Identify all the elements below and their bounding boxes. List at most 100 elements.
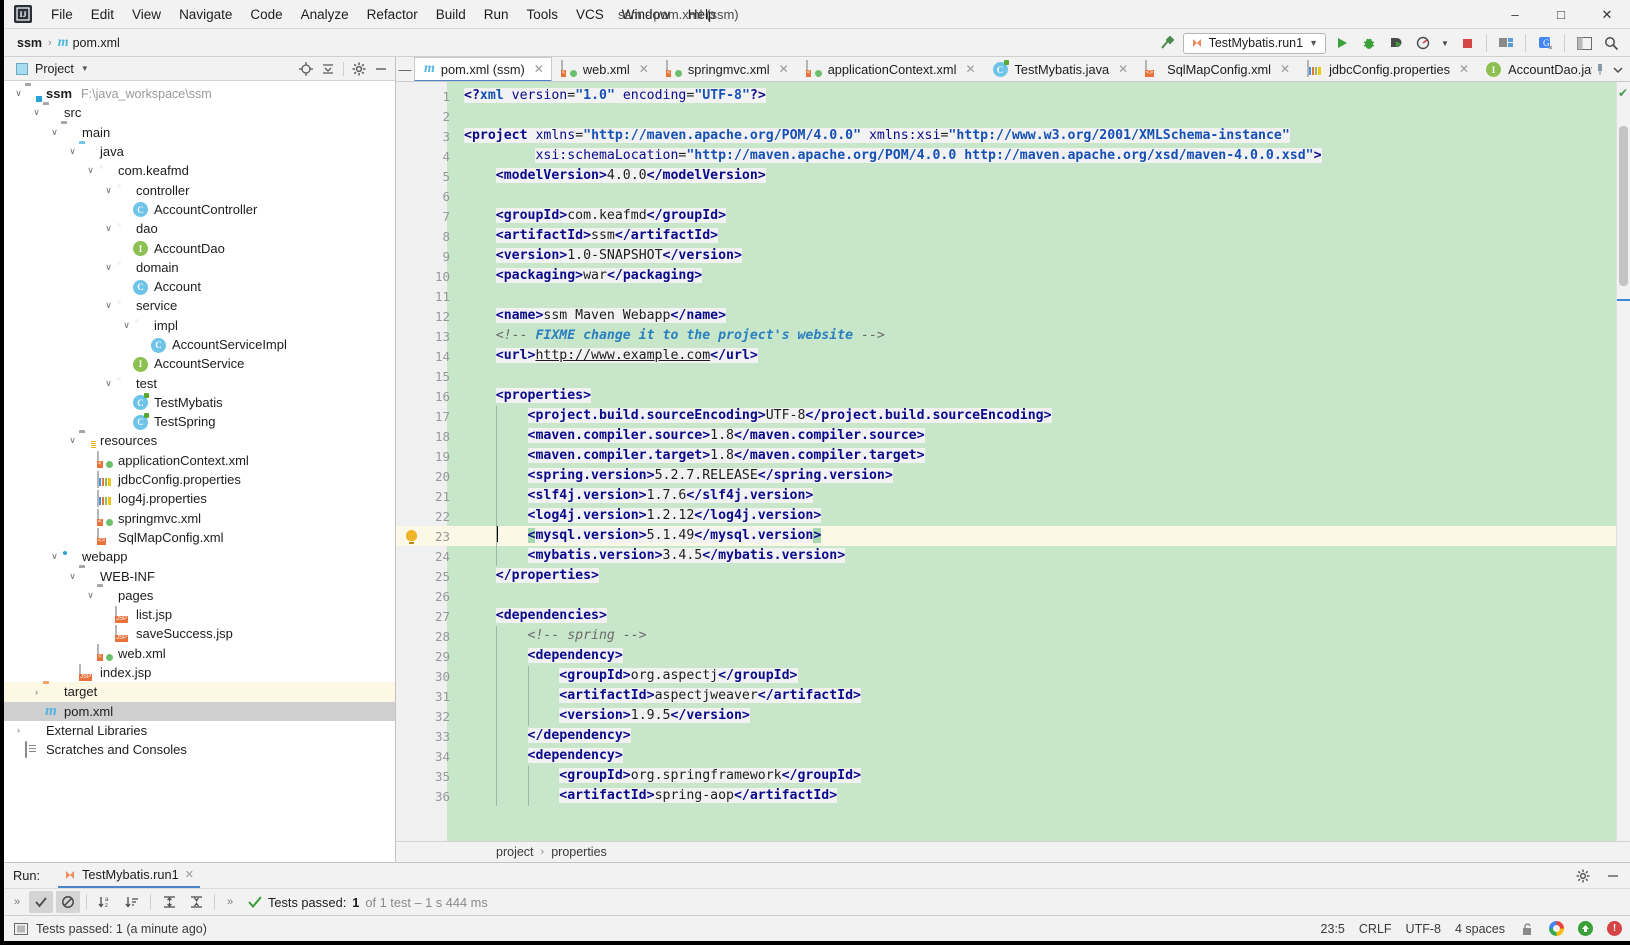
tree-node-log4j-properties[interactable]: log4j.properties bbox=[4, 489, 395, 508]
tree-node-domain[interactable]: ∨ domain bbox=[4, 258, 395, 277]
chevron-down-icon[interactable]: ∨ bbox=[30, 107, 43, 118]
file-encoding[interactable]: UTF-8 bbox=[1406, 922, 1441, 936]
project-structure-icon[interactable] bbox=[1495, 32, 1517, 54]
chevron-down-icon[interactable]: ∨ bbox=[102, 262, 115, 273]
debug-icon[interactable] bbox=[1358, 32, 1380, 54]
run-configuration-selector[interactable]: TestMybatis.run1 ▼ bbox=[1182, 32, 1326, 54]
code-editor[interactable]: <?xml version="1.0" encoding="UTF-8"?> <… bbox=[458, 82, 1616, 841]
tree-node-impl[interactable]: ∨ impl bbox=[4, 316, 395, 335]
gutter-line-13[interactable]: 13 bbox=[396, 326, 458, 346]
collapse-all-icon[interactable] bbox=[184, 891, 208, 913]
run-with-coverage-icon[interactable] bbox=[1385, 32, 1407, 54]
tree-node-webapp[interactable]: ∨ webapp bbox=[4, 547, 395, 566]
code-line-30[interactable]: <groupId>org.aspectj</groupId> bbox=[458, 666, 1616, 686]
gutter-line-2[interactable]: 2 bbox=[396, 106, 458, 126]
code-line-7[interactable]: <groupId>com.keafmd</groupId> bbox=[458, 206, 1616, 226]
search-icon[interactable] bbox=[1600, 32, 1622, 54]
maximize-button[interactable]: □ bbox=[1538, 0, 1584, 29]
gutter-line-22[interactable]: 22 bbox=[396, 506, 458, 526]
gutter-line-36[interactable]: 36 bbox=[396, 786, 458, 806]
project-panel-title[interactable]: Project ▼ bbox=[16, 62, 89, 76]
tree-node-java[interactable]: ∨ java bbox=[4, 142, 395, 161]
gutter-line-20[interactable]: 20 bbox=[396, 466, 458, 486]
tree-node-external-libraries[interactable]: › External Libraries bbox=[4, 721, 395, 740]
status-message[interactable]: Tests passed: 1 (a minute ago) bbox=[36, 922, 207, 936]
tree-node-web-xml[interactable]: web.xml bbox=[4, 644, 395, 663]
code-line-32[interactable]: <version>1.9.5</version> bbox=[458, 706, 1616, 726]
menu-code[interactable]: Code bbox=[241, 4, 291, 25]
chevron-down-icon[interactable]: ∨ bbox=[120, 320, 133, 331]
chevron-down-icon[interactable]: ∨ bbox=[48, 551, 61, 562]
layout-icon[interactable] bbox=[1573, 32, 1595, 54]
code-line-35[interactable]: <groupId>org.springframework</groupId> bbox=[458, 766, 1616, 786]
show-passed-filter-button[interactable] bbox=[29, 891, 53, 913]
menu-run[interactable]: Run bbox=[475, 4, 518, 25]
pin-icon[interactable] bbox=[1592, 59, 1608, 81]
code-line-18[interactable]: <maven.compiler.source>1.8</maven.compil… bbox=[458, 426, 1616, 446]
code-line-16[interactable]: <properties> bbox=[458, 386, 1616, 406]
code-line-14[interactable]: <url>http://www.example.com</url> bbox=[458, 346, 1616, 366]
expand-toolbar-icon[interactable]: » bbox=[8, 891, 26, 913]
breadcrumb-element-project[interactable]: project bbox=[496, 845, 534, 859]
chevron-down-icon[interactable]: ∨ bbox=[102, 378, 115, 389]
code-line-12[interactable]: <name>ssm Maven Webapp</name> bbox=[458, 306, 1616, 326]
tree-node-account[interactable]: C Account bbox=[4, 277, 395, 296]
code-line-10[interactable]: <packaging>war</packaging> bbox=[458, 266, 1616, 286]
caret-position[interactable]: 23:5 bbox=[1321, 922, 1345, 936]
tree-node-applicationcontext-xml[interactable]: applicationContext.xml bbox=[4, 451, 395, 470]
tree-node-accountdao[interactable]: I AccountDao bbox=[4, 238, 395, 257]
code-line-17[interactable]: <project.build.sourceEncoding>UTF-8</pro… bbox=[458, 406, 1616, 426]
tree-node-resources[interactable]: ∨ resources bbox=[4, 431, 395, 450]
gutter-line-33[interactable]: +33 bbox=[396, 726, 467, 746]
chevron-down-icon[interactable]: ∨ bbox=[102, 185, 115, 196]
gutter-line-18[interactable]: 18 bbox=[396, 426, 458, 446]
breadcrumb-project[interactable]: ssm bbox=[17, 36, 42, 50]
sort-by-duration-icon[interactable] bbox=[120, 891, 144, 913]
gutter-line-9[interactable]: 9 bbox=[396, 246, 458, 266]
code-line-19[interactable]: <maven.compiler.target>1.8</maven.compil… bbox=[458, 446, 1616, 466]
code-line-8[interactable]: <artifactId>ssm</artifactId> bbox=[458, 226, 1616, 246]
gear-icon[interactable] bbox=[349, 59, 369, 79]
tree-node-list-jsp[interactable]: list.jsp bbox=[4, 605, 395, 624]
gutter-line-19[interactable]: 19 bbox=[396, 446, 458, 466]
gutter-line-24[interactable]: 24 bbox=[396, 546, 458, 566]
code-line-4[interactable]: xsi:schemaLocation="http://maven.apache.… bbox=[458, 146, 1616, 166]
tree-node-index-jsp[interactable]: index.jsp bbox=[4, 663, 395, 682]
tree-node-service[interactable]: ∨ service bbox=[4, 296, 395, 315]
tree-node-testspring[interactable]: C TestSpring bbox=[4, 412, 395, 431]
code-line-9[interactable]: <version>1.0-SNAPSHOT</version> bbox=[458, 246, 1616, 266]
tree-node-accountcontroller[interactable]: C AccountController bbox=[4, 200, 395, 219]
gutter-line-25[interactable]: +25 bbox=[396, 566, 467, 586]
project-tree[interactable]: ∨ ssm F:\java_workspace\ssm ∨ src ∨ main ∨ java ∨… bbox=[4, 81, 395, 862]
inspection-status-icon[interactable]: ✔ bbox=[1618, 86, 1628, 100]
line-separator[interactable]: CRLF bbox=[1359, 922, 1392, 936]
code-line-15[interactable] bbox=[458, 366, 1616, 386]
translate-icon[interactable]: G bbox=[1534, 32, 1556, 54]
code-line-6[interactable] bbox=[458, 186, 1616, 206]
gutter-line-31[interactable]: 31 bbox=[396, 686, 458, 706]
gutter-line-16[interactable]: −16 bbox=[396, 386, 467, 406]
google-translate-icon[interactable] bbox=[1549, 921, 1564, 936]
gutter-line-4[interactable]: 4 bbox=[396, 146, 458, 166]
code-line-2[interactable] bbox=[458, 106, 1616, 126]
run-tab-testmybatis[interactable]: TestMybatis.run1 ✕ bbox=[58, 863, 200, 888]
code-line-34[interactable]: <dependency> bbox=[458, 746, 1616, 766]
code-line-23[interactable]: <mysql.version>5.1.49</mysql.version> bbox=[458, 526, 1616, 546]
chevron-down-icon[interactable]: ∨ bbox=[84, 165, 97, 176]
show-ignored-filter-button[interactable] bbox=[56, 891, 80, 913]
close-icon[interactable]: ✕ bbox=[1459, 62, 1469, 76]
update-icon[interactable] bbox=[1578, 921, 1593, 936]
editor-scrollbar[interactable]: ✔ bbox=[1616, 82, 1630, 841]
gutter-line-3[interactable]: −3 bbox=[396, 126, 467, 146]
gutter-line-8[interactable]: 8 bbox=[396, 226, 458, 246]
expand-all-icon[interactable] bbox=[157, 891, 181, 913]
gear-icon[interactable] bbox=[1572, 865, 1594, 887]
breadcrumb-element-properties[interactable]: properties bbox=[551, 845, 607, 859]
scrollbar-thumb[interactable] bbox=[1619, 126, 1628, 286]
tree-node-jdbcconfig-properties[interactable]: jdbcConfig.properties bbox=[4, 470, 395, 489]
chevron-down-icon[interactable]: ∨ bbox=[12, 88, 25, 99]
gutter-line-26[interactable]: 26 bbox=[396, 586, 458, 606]
gutter-line-14[interactable]: 14 bbox=[396, 346, 458, 366]
gutter-line-35[interactable]: 35 bbox=[396, 766, 458, 786]
tree-node-test[interactable]: ∨ test bbox=[4, 373, 395, 392]
